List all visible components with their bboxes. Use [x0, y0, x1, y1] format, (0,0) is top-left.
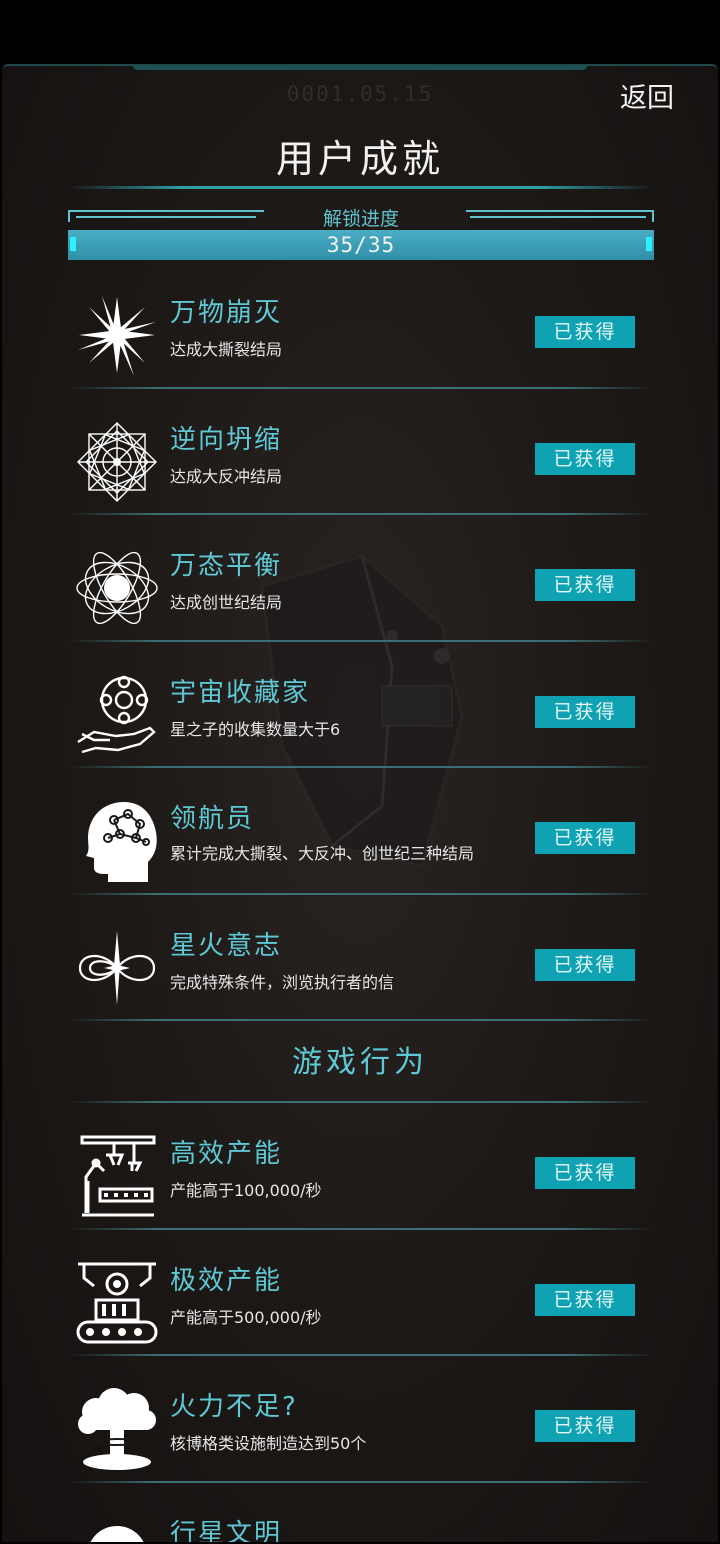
date-display: 0001.05.15 [286, 82, 434, 106]
list-item[interactable]: 行星文明 [2, 1483, 718, 1543]
status-badge: 已获得 [535, 695, 635, 728]
achievement-name: 极效产能 [170, 1265, 283, 1296]
page-title: 用户成就 [275, 137, 444, 181]
list-item[interactable]: 高效产能 产能高于100,000/秒 已获得 [2, 1103, 718, 1230]
robot-arm-icon [80, 1135, 156, 1217]
status-badge: 已获得 [535, 822, 635, 854]
achievement-name: 领航员 [170, 804, 255, 834]
achievement-desc: 产能高于100,000/秒 [170, 1181, 322, 1200]
section-header: 游戏行为 [2, 1021, 718, 1103]
hand-globe-icon [77, 675, 156, 753]
achievement-desc: 产能高于500,000/秒 [170, 1307, 322, 1327]
list-item[interactable]: 极效产能 产能高于500,000/秒 已获得 [2, 1230, 718, 1356]
achievement-desc: 累计完成大撕裂、大反冲、创世纪三种结局 [170, 844, 475, 863]
brain-head-icon [86, 802, 157, 882]
achievement-desc: 星之子的收集数量大于6 [170, 719, 341, 739]
progress-count: 35/35 [326, 233, 396, 257]
list-item[interactable]: 领航员 累计完成大撕裂、大反冲、创世纪三种结局 已获得 [2, 768, 718, 895]
infinity-star-icon [78, 930, 156, 1005]
achievement-name: 火力不足? [170, 1392, 298, 1422]
progress-bar: 35/35 [68, 230, 654, 260]
achievement-desc: 达成创世纪结局 [170, 593, 283, 612]
list-item[interactable]: 万物崩灭 达成大撕裂结局 已获得 [2, 262, 718, 389]
list-item[interactable]: 逆向坍缩 达成大反冲结局 已获得 [2, 389, 718, 515]
status-badge: 已获得 [535, 1157, 635, 1189]
achievement-name: 星火意志 [170, 930, 283, 961]
planet-icon [90, 1525, 144, 1542]
title-divider [68, 186, 654, 189]
status-badge: 已获得 [535, 948, 635, 981]
achievement-name: 万态平衡 [170, 551, 283, 581]
achievement-desc: 达成大撕裂结局 [170, 340, 283, 359]
progress-label: 解锁进度 [322, 208, 399, 230]
list-item[interactable]: 宇宙收藏家 星之子的收集数量大于6 已获得 [2, 642, 718, 768]
starburst-icon [78, 296, 156, 376]
achievement-list[interactable]: 万物崩灭 达成大撕裂结局 已获得 逆向坍缩 达成大反冲结局 已获得 万态平衡 达… [2, 262, 718, 1542]
achievement-name: 高效产能 [170, 1139, 283, 1169]
achievement-name: 行星文明 [170, 1518, 283, 1543]
mushroom-cloud-icon [78, 1388, 156, 1470]
list-item[interactable]: 万态平衡 达成创世纪结局 已获得 [2, 515, 718, 642]
factory-gear-icon [76, 1262, 158, 1343]
status-badge: 已获得 [535, 1283, 635, 1316]
achievement-desc: 核博格类设施制造达到50个 [170, 1434, 367, 1453]
status-badge: 已获得 [535, 569, 635, 601]
section-title: 游戏行为 [292, 1045, 428, 1080]
panel-top-edge [132, 66, 588, 70]
achievement-name: 万物崩灭 [170, 298, 283, 328]
achievement-name: 逆向坍缩 [170, 424, 283, 455]
achievement-name: 宇宙收藏家 [170, 677, 311, 708]
list-item[interactable]: 星火意志 完成特殊条件，浏览执行者的信 已获得 [2, 895, 718, 1021]
status-badge: 已获得 [535, 442, 635, 475]
back-button[interactable]: 返回 [620, 76, 674, 115]
status-badge: 已获得 [535, 1410, 635, 1442]
orbit-icon [76, 551, 158, 625]
mandala-icon [77, 421, 157, 502]
achievements-panel: 0001.05.15 返回 用户成就 解锁进度 35/35 万物崩灭 达成大撕裂… [2, 64, 718, 1542]
status-badge: 已获得 [535, 316, 635, 348]
list-item[interactable]: 火力不足? 核博格类设施制造达到50个 已获得 [2, 1356, 718, 1483]
achievement-desc: 达成大反冲结局 [170, 466, 283, 486]
achievement-desc: 完成特殊条件，浏览执行者的信 [170, 972, 395, 992]
unlock-progress: 解锁进度 35/35 [68, 208, 654, 260]
